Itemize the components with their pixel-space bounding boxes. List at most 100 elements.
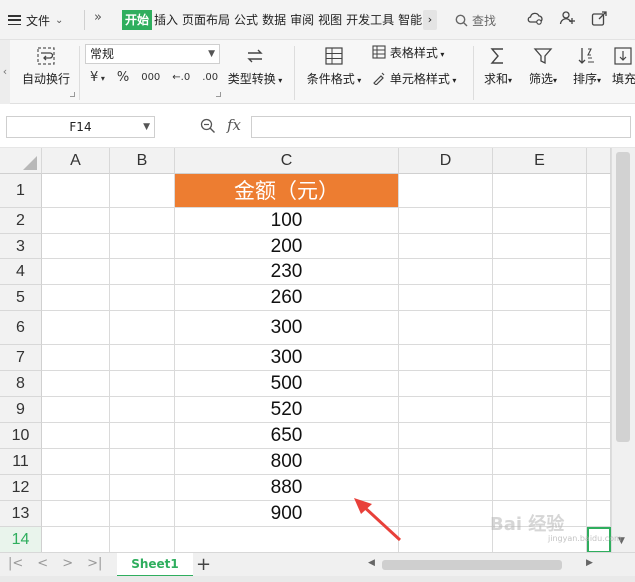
cell-d12[interactable] xyxy=(399,475,493,501)
row-header-11[interactable]: 11 xyxy=(0,449,42,475)
cell-f10[interactable] xyxy=(587,423,611,449)
thousands-separator-button[interactable]: 000 xyxy=(141,72,160,83)
filter-button[interactable]: 筛选▾ xyxy=(524,45,562,87)
cell-b1[interactable] xyxy=(110,174,175,208)
cell-d1[interactable] xyxy=(399,174,493,208)
scroll-right-icon[interactable]: ▶ xyxy=(586,558,593,568)
cell-c5[interactable]: 260 xyxy=(175,285,399,311)
search-button[interactable]: 查找 xyxy=(455,10,496,30)
share-user-icon[interactable] xyxy=(558,9,576,27)
cell-a3[interactable] xyxy=(42,234,110,259)
cell-a14[interactable] xyxy=(42,527,110,553)
cell-f3[interactable] xyxy=(587,234,611,259)
tab-insert[interactable]: 插入 xyxy=(152,10,180,30)
cell-c4[interactable]: 230 xyxy=(175,259,399,285)
decrease-decimal-button[interactable]: .00 xyxy=(202,72,218,83)
zoom-formula-icon[interactable] xyxy=(200,118,216,134)
row-header-3[interactable]: 3 xyxy=(0,234,42,259)
cell-e6[interactable] xyxy=(493,311,587,345)
cell-d14[interactable] xyxy=(399,527,493,553)
tab-page-layout[interactable]: 页面布局 xyxy=(180,10,232,30)
row-header-4[interactable]: 4 xyxy=(0,259,42,285)
cell-e4[interactable] xyxy=(493,259,587,285)
cell-f13[interactable] xyxy=(587,501,611,527)
cell-d2[interactable] xyxy=(399,208,493,234)
sort-button[interactable]: 排序▾ xyxy=(568,45,606,87)
conditional-format-button[interactable]: 条件格式 ▾ xyxy=(303,45,365,87)
column-header-b[interactable]: B xyxy=(110,148,175,174)
add-sheet-button[interactable]: + xyxy=(196,554,211,575)
cell-f11[interactable] xyxy=(587,449,611,475)
tab-smart[interactable]: 智能 xyxy=(396,10,424,30)
tab-scroll-right-button[interactable]: › xyxy=(423,10,437,30)
cell-c11[interactable]: 800 xyxy=(175,449,399,475)
group-launcher-icon[interactable] xyxy=(70,92,75,97)
sheet-tab-sheet1[interactable]: Sheet1 xyxy=(117,553,193,577)
cell-a12[interactable] xyxy=(42,475,110,501)
row-header-14[interactable]: 14 xyxy=(0,527,42,553)
vertical-scrollbar[interactable]: ▼ xyxy=(611,148,635,552)
tab-developer[interactable]: 开发工具 xyxy=(344,10,396,30)
cell-b10[interactable] xyxy=(110,423,175,449)
cell-a5[interactable] xyxy=(42,285,110,311)
row-header-8[interactable]: 8 xyxy=(0,371,42,397)
file-menu-button[interactable]: 文件 ⌄ xyxy=(8,10,63,30)
next-sheet-icon[interactable]: > xyxy=(62,556,73,571)
row-header-10[interactable]: 10 xyxy=(0,423,42,449)
row-header-9[interactable]: 9 xyxy=(0,397,42,423)
number-format-select[interactable]: 常规 ▼ xyxy=(85,44,220,64)
formula-input[interactable] xyxy=(251,116,631,138)
sum-button[interactable]: 求和▾ xyxy=(479,45,517,87)
cell-c10[interactable]: 650 xyxy=(175,423,399,449)
scroll-left-icon[interactable]: ◀ xyxy=(368,558,375,568)
row-header-2[interactable]: 2 xyxy=(0,208,42,234)
cell-a6[interactable] xyxy=(42,311,110,345)
cell-b12[interactable] xyxy=(110,475,175,501)
cell-b6[interactable] xyxy=(110,311,175,345)
cell-d8[interactable] xyxy=(399,371,493,397)
cell-e10[interactable] xyxy=(493,423,587,449)
cell-style-button[interactable]: 单元格样式 ▾ xyxy=(372,70,472,87)
cell-b7[interactable] xyxy=(110,345,175,371)
cell-f8[interactable] xyxy=(587,371,611,397)
cell-f12[interactable] xyxy=(587,475,611,501)
last-sheet-icon[interactable]: >| xyxy=(87,556,102,571)
cell-e7[interactable] xyxy=(493,345,587,371)
column-header-e[interactable]: E xyxy=(493,148,587,174)
cell-c7[interactable]: 300 xyxy=(175,345,399,371)
cell-a2[interactable] xyxy=(42,208,110,234)
cell-b14[interactable] xyxy=(110,527,175,553)
cell-d5[interactable] xyxy=(399,285,493,311)
cell-a7[interactable] xyxy=(42,345,110,371)
cell-e1[interactable] xyxy=(493,174,587,208)
cell-d10[interactable] xyxy=(399,423,493,449)
wrap-text-button[interactable]: 自动换行 xyxy=(18,45,74,87)
ribbon-scroll-left-button[interactable]: ‹ xyxy=(0,40,10,104)
cell-c8[interactable]: 500 xyxy=(175,371,399,397)
cell-b11[interactable] xyxy=(110,449,175,475)
vertical-scroll-thumb[interactable] xyxy=(616,152,630,442)
cell-e11[interactable] xyxy=(493,449,587,475)
column-header-f[interactable] xyxy=(587,148,611,174)
cell-c2[interactable]: 100 xyxy=(175,208,399,234)
cell-a9[interactable] xyxy=(42,397,110,423)
currency-format-button[interactable]: ¥ ▾ xyxy=(90,70,105,85)
row-header-7[interactable]: 7 xyxy=(0,345,42,371)
cell-d6[interactable] xyxy=(399,311,493,345)
horizontal-scrollbar[interactable]: ◀ ▶ xyxy=(368,558,600,572)
column-header-d[interactable]: D xyxy=(399,148,493,174)
cloud-sync-icon[interactable] xyxy=(526,9,544,27)
column-header-c[interactable]: C xyxy=(175,148,399,174)
cell-e3[interactable] xyxy=(493,234,587,259)
cell-f6[interactable] xyxy=(587,311,611,345)
cell-a13[interactable] xyxy=(42,501,110,527)
cell-d9[interactable] xyxy=(399,397,493,423)
insert-function-button[interactable]: fx xyxy=(227,116,241,134)
cell-c3[interactable]: 200 xyxy=(175,234,399,259)
cell-c6[interactable]: 300 xyxy=(175,311,399,345)
tab-review[interactable]: 审阅 xyxy=(288,10,316,30)
percent-format-button[interactable]: % xyxy=(117,70,129,85)
column-header-a[interactable]: A xyxy=(42,148,110,174)
tab-home[interactable]: 开始 xyxy=(122,10,153,30)
cell-b4[interactable] xyxy=(110,259,175,285)
